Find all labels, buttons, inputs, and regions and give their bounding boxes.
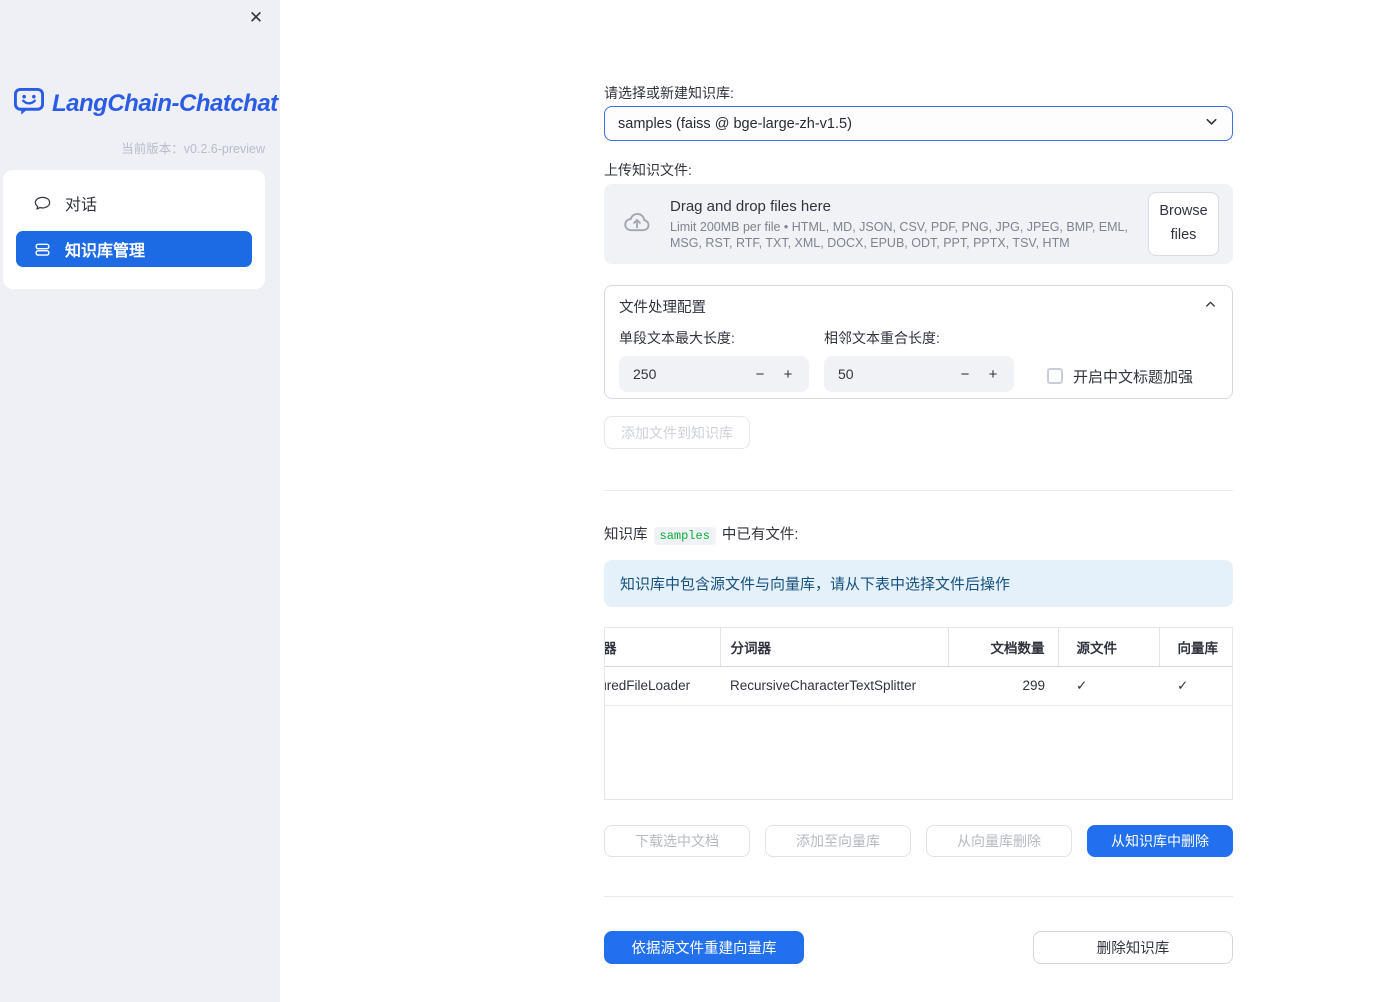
- sidebar-menu: 对话 知识库管理: [3, 170, 265, 289]
- delete-from-vectorstore-button[interactable]: 从向量库删除: [926, 825, 1072, 857]
- app-root: ✕ LangChain-Chatchat 当前版本：v0.2.6-preview: [0, 0, 1380, 1002]
- files-table[interactable]: 文档加载器 分词器 文档数量 源文件 向量库 UnstructuredFileL…: [604, 627, 1233, 800]
- chunk-size-value: 250: [633, 366, 657, 382]
- overlap-size-increment-button[interactable]: +: [986, 367, 1000, 382]
- kb-select-value: samples (faiss @ bge-large-zh-v1.5): [618, 115, 852, 132]
- chevron-down-icon: [1203, 113, 1220, 135]
- sidebar-item-label: 知识库管理: [65, 243, 146, 260]
- cell-source-file-check: ✓: [1058, 666, 1159, 706]
- col-header-splitter[interactable]: 分词器: [719, 628, 948, 667]
- delete-from-kb-button[interactable]: 从知识库中删除: [1087, 825, 1233, 857]
- divider: [604, 896, 1233, 897]
- add-files-to-kb-button[interactable]: 添加文件到知识库: [604, 416, 750, 449]
- sidebar-item-dialogue[interactable]: 对话: [16, 185, 252, 221]
- overlap-size-input[interactable]: 50 − +: [824, 356, 1014, 392]
- kb-files-heading: 知识库 samples 中已有文件:: [604, 524, 1233, 546]
- upload-label: 上传知识文件:: [604, 162, 692, 178]
- file-dropzone[interactable]: Drag and drop files here Limit 200MB per…: [604, 184, 1233, 264]
- overlap-size-field: 相邻文本重合长度: 50 − +: [824, 328, 1014, 392]
- table-row[interactable]: UnstructuredFileLoader RecursiveCharacte…: [605, 666, 1232, 706]
- cell-loader: UnstructuredFileLoader: [605, 666, 720, 706]
- col-header-vectorstore[interactable]: 向量库: [1158, 628, 1232, 667]
- dropzone-text: Drag and drop files here Limit 200MB per…: [670, 198, 1132, 251]
- file-actions-row: 下载选中文档 添加至向量库 从向量库删除 从知识库中删除: [604, 825, 1233, 857]
- rebuild-vectorstore-button[interactable]: 依据源文件重建向量库: [604, 931, 804, 964]
- delete-kb-button[interactable]: 删除知识库: [1033, 931, 1233, 964]
- sidebar-item-kb-management[interactable]: 知识库管理: [16, 231, 252, 267]
- chunk-size-label: 单段文本最大长度:: [619, 330, 735, 346]
- dropzone-limit: Limit 200MB per file • HTML, MD, JSON, C…: [670, 219, 1128, 250]
- overlap-size-decrement-button[interactable]: −: [958, 367, 972, 382]
- sidebar: ✕ LangChain-Chatchat 当前版本：v0.2.6-preview: [0, 0, 280, 1002]
- overlap-size-value: 50: [838, 366, 854, 382]
- zh-title-enhance-label: 开启中文标题加强: [1073, 368, 1194, 386]
- add-to-vectorstore-button[interactable]: 添加至向量库: [765, 825, 911, 857]
- cell-vectorstore-check: ✓: [1159, 666, 1232, 706]
- brand-name: LangChain-Chatchat: [52, 90, 278, 117]
- version-value: v0.2.6-preview: [183, 142, 265, 156]
- browse-files-button[interactable]: Browse files: [1148, 192, 1219, 256]
- kb-actions-row: 依据源文件重建向量库 删除知识库: [604, 931, 1233, 964]
- kb-files-prefix: 知识库: [604, 527, 648, 543]
- kb-selectbox[interactable]: samples (faiss @ bge-large-zh-v1.5): [604, 106, 1233, 141]
- chunk-size-increment-button[interactable]: +: [781, 367, 795, 382]
- table-header-row: 文档加载器 分词器 文档数量 源文件 向量库: [605, 628, 1232, 667]
- chunk-size-input[interactable]: 250 − +: [619, 356, 809, 392]
- kb-files-suffix: 中已有文件:: [721, 527, 799, 543]
- content-column: 请选择或新建知识库: samples (faiss @ bge-large-zh…: [604, 0, 1233, 964]
- info-alert: 知识库中包含源文件与向量库，请从下表中选择文件后操作: [604, 560, 1233, 607]
- col-header-loader[interactable]: 文档加载器: [605, 628, 720, 667]
- divider: [604, 490, 1233, 491]
- zh-title-enhance-checkbox[interactable]: [1047, 368, 1063, 384]
- chat-bubble-icon: [33, 194, 52, 213]
- chunk-size-field: 单段文本最大长度: 250 − +: [619, 328, 809, 392]
- download-selected-button[interactable]: 下载选中文档: [604, 825, 750, 857]
- kb-name-code: samples: [653, 527, 716, 545]
- chunk-size-decrement-button[interactable]: −: [753, 367, 767, 382]
- kb-select-label: 请选择或新建知识库:: [604, 85, 734, 101]
- dropzone-title: Drag and drop files here: [670, 197, 831, 215]
- version-label: 当前版本：: [121, 142, 184, 156]
- brand: LangChain-Chatchat: [12, 86, 278, 122]
- collection-icon: [33, 240, 52, 259]
- sidebar-item-label: 对话: [65, 197, 98, 214]
- overlap-size-label: 相邻文本重合长度:: [824, 330, 940, 346]
- sidebar-close-icon[interactable]: ✕: [244, 6, 268, 30]
- chevron-up-icon: [1203, 297, 1218, 317]
- expander-body: 单段文本最大长度: 250 − + 相邻文本重合长度: 50 − + 开启中文标…: [605, 317, 1232, 392]
- version-line: 当前版本：v0.2.6-preview: [121, 138, 265, 157]
- expander-title: 文件处理配置: [619, 300, 706, 316]
- info-alert-text: 知识库中包含源文件与向量库，请从下表中选择文件后操作: [620, 576, 1011, 593]
- col-header-source-file[interactable]: 源文件: [1057, 628, 1159, 667]
- cell-splitter: RecursiveCharacterTextSplitter: [720, 666, 948, 706]
- files-table-grid: 文档加载器 分词器 文档数量 源文件 向量库 UnstructuredFileL…: [605, 628, 1232, 706]
- brand-logo-icon: [12, 86, 46, 122]
- expander-header[interactable]: 文件处理配置: [605, 286, 1232, 317]
- zh-title-enhance-row[interactable]: 开启中文标题加强: [1047, 366, 1193, 386]
- col-header-doc-count[interactable]: 文档数量: [947, 628, 1058, 667]
- cloud-upload-icon: [620, 207, 654, 242]
- cell-doc-count: 299: [948, 666, 1058, 706]
- file-config-expander: 文件处理配置 单段文本最大长度: 250 − + 相邻文本重合长度: 50 − …: [604, 285, 1233, 399]
